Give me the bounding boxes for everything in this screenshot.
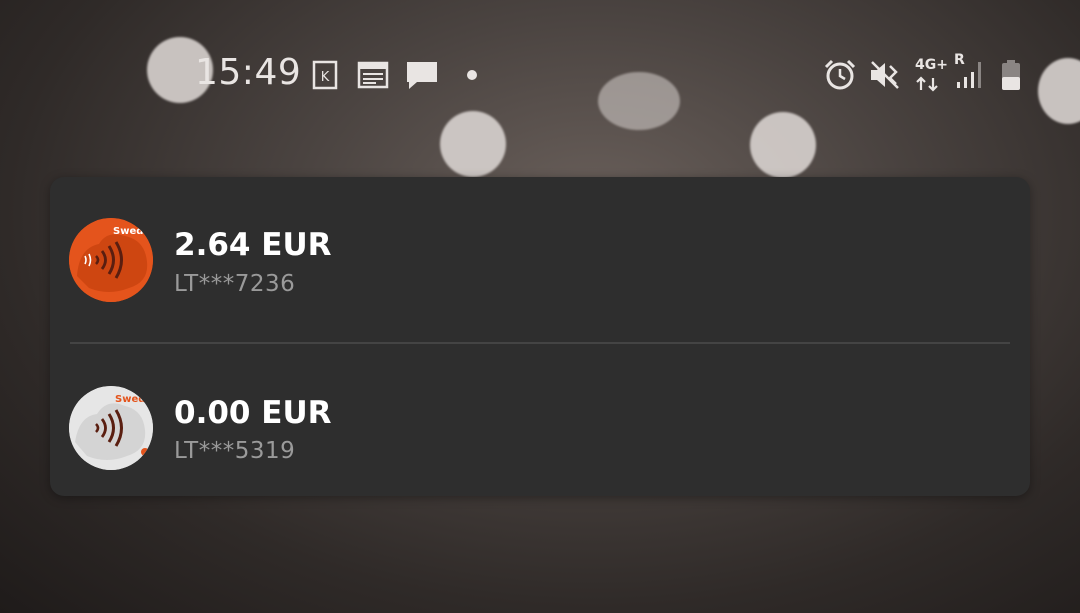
4g-data-icon: 4G+: [912, 57, 952, 92]
signal-icon: R: [954, 52, 988, 92]
account-balance: 2.64 EUR: [174, 227, 332, 263]
account-balance: 0.00 EUR: [174, 395, 332, 431]
card-avatar: Swedb: [69, 218, 153, 302]
card-brand-text: Swedb: [115, 394, 153, 405]
clock-time: 15:49: [195, 52, 302, 93]
svg-text:K: K: [321, 70, 330, 85]
k-app-icon: K: [308, 58, 342, 92]
account-number: LT***7236: [174, 271, 296, 297]
background-bokeh: [440, 111, 506, 177]
news-icon: [356, 58, 390, 92]
account-item[interactable]: Swedb 2.64 EUR LT***7236: [50, 180, 1030, 340]
payment-cards-widget: Swedb 2.64 EUR LT***7236 Swedb 0.00 EUR …: [50, 177, 1030, 496]
background-bokeh: [750, 112, 816, 178]
chat-icon: [404, 58, 438, 92]
vibrate-icon: [868, 58, 902, 92]
alarm-icon: [822, 58, 856, 92]
divider: [70, 342, 1010, 344]
card-brand-text: Swedb: [113, 226, 151, 237]
status-bar: 15:49 K 4G+ R: [0, 40, 1080, 110]
dot-icon: [462, 58, 496, 92]
card-avatar: Swedb: [69, 386, 153, 470]
account-item[interactable]: Swedb 0.00 EUR LT***5319: [50, 347, 1030, 507]
account-number: LT***5319: [174, 438, 296, 464]
battery-icon: [998, 58, 1032, 92]
